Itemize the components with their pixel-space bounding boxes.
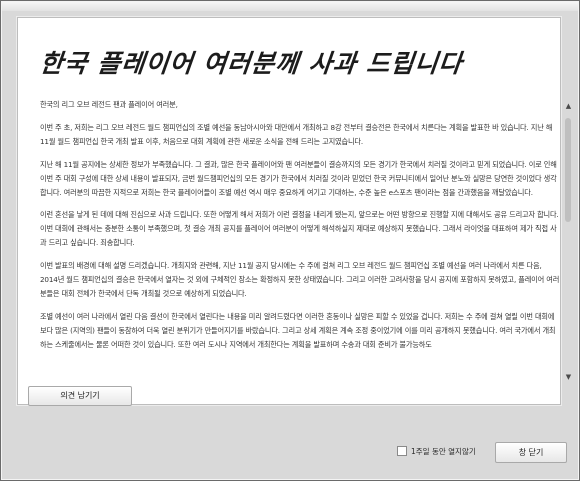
scroll-down-icon[interactable]: ▼ <box>564 373 573 382</box>
scroll-thumb[interactable] <box>565 118 571 222</box>
notice-title: 한국 플레이어 여러분께 사과 드립니다 <box>38 49 465 78</box>
notice-body[interactable]: 한국의 리그 오브 레전드 팬과 플레이어 여러분, 이번 주 초, 저희는 리… <box>40 98 560 384</box>
notice-greeting: 한국의 리그 오브 레전드 팬과 플레이어 여러분, <box>40 100 178 109</box>
announcement-window: 한국 플레이어 여러분께 사과 드립니다 한국의 리그 오브 레전드 팬과 플레… <box>0 0 580 481</box>
notice-paragraph-4: 이번 발표의 배경에 대해 설명 드리겠습니다. 개최지와 관련해, 지난 11… <box>40 261 560 298</box>
close-button[interactable]: 창 닫기 <box>495 442 567 463</box>
window-top-bar <box>2 2 578 11</box>
dont-show-week-option[interactable]: 1주일 동안 열지않기 <box>397 446 487 458</box>
notice-paragraph-3: 이런 혼선을 낳게 된 데에 대해 진심으로 사과 드립니다. 또한 어떻게 해… <box>40 210 559 248</box>
notice-paragraph-2: 지난 해 11월 공지에는 상세한 정보가 부족했습니다. 그 결과, 많은 한… <box>40 159 557 197</box>
dont-show-checkbox[interactable] <box>397 446 407 456</box>
scroll-up-icon[interactable]: ▲ <box>564 102 573 111</box>
vertical-scrollbar[interactable]: ▲ ▼ <box>564 102 573 382</box>
feedback-button[interactable]: 의견 남기기 <box>28 386 132 406</box>
dont-show-label: 1주일 동안 열지않기 <box>411 447 476 456</box>
notice-panel: 한국 플레이어 여러분께 사과 드립니다 한국의 리그 오브 레전드 팬과 플레… <box>17 17 571 405</box>
notice-paragraph-1: 이번 주 초, 저희는 리그 오브 레전드 월드 챔피언십의 조별 예선을 동남… <box>40 122 553 146</box>
notice-paragraph-5: 조별 예선이 여러 나라에서 열린 다음 결선이 한국에서 열린다는 내용을 미… <box>40 311 556 349</box>
